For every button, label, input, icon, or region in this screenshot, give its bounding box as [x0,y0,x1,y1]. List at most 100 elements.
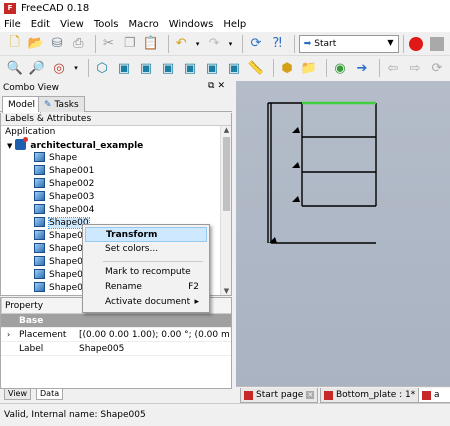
web-forward-icon[interactable]: ➔ [353,59,371,77]
tab-view[interactable]: View [4,389,31,400]
cut-icon[interactable]: ✂ [100,35,117,53]
model-drawing [267,101,377,244]
menu-item-activate-document[interactable]: Activate document ▸ [85,295,207,310]
new-file-icon[interactable]: 🗋 [6,35,23,53]
measure-distance-icon[interactable]: 📏 [247,59,265,77]
window-title: FreeCAD 0.18 [21,3,90,14]
tab-data-label: Data [40,389,60,398]
separator [273,59,274,77]
fit-all-icon[interactable]: 🔍 [6,59,24,77]
scrollbar-thumb[interactable] [223,137,230,211]
tree-item-label: Shape [49,153,78,163]
shape-icon [34,217,45,227]
property-group-label: Base [19,316,44,326]
right-view-icon[interactable]: ▣ [159,59,177,77]
menu-macro[interactable]: Macro [128,19,158,30]
left-view-icon[interactable]: ▣ [225,59,243,77]
close-icon[interactable]: ✕ [306,391,315,399]
draw-style-dropdown-icon[interactable]: ▾ [72,59,80,77]
tab-model[interactable]: Model [2,96,42,113]
property-row[interactable]: Label Shape005 [1,342,231,356]
nav-forward-icon[interactable]: ⇨ [406,59,424,77]
tree-item-label: Shape003 [49,192,95,202]
tree-document[interactable]: ▼ architectural_example [1,137,231,152]
menu-item-transform[interactable]: Transform [85,227,207,242]
open-file-icon[interactable]: 📂 [27,35,44,53]
save-icon[interactable]: ⛁ [48,35,65,53]
tab-start-page[interactable]: Start page ✕ [240,388,319,403]
submenu-arrow-icon: ▸ [194,297,199,307]
menu-view[interactable]: View [60,19,84,30]
view-toolbar: 🔍 🔎 ◎ ▾ ⬡ ▣ ▣ ▣ ▣ ▣ ▣ 📏 ⬢ 📁 ◉ ➔ ⇦ ⇨ ⟳ [0,56,450,80]
tree-item[interactable]: Shape004 [1,204,231,217]
redo-icon[interactable]: ↷ [205,35,222,53]
dock-buttons[interactable]: ⧉✕ [208,81,228,91]
menu-file[interactable]: File [4,19,21,30]
menu-help[interactable]: Help [223,19,246,30]
tab-data[interactable]: Data [36,389,64,400]
tree-item[interactable]: Shape003 [1,191,231,204]
isometric-view-icon[interactable]: ⬡ [93,59,111,77]
tree-item[interactable]: Shape002 [1,178,231,191]
front-view-icon[interactable]: ▣ [115,59,133,77]
draw-style-icon[interactable]: ◎ [50,59,68,77]
expand-arrow-icon[interactable]: ▼ [7,142,12,150]
chevron-down-icon: ▼ [387,37,394,47]
shape-icon [34,230,45,240]
separator [326,59,327,77]
menu-item-set-colors[interactable]: Set colors... [85,242,207,257]
property-row[interactable]: › Placement [(0.00 0.00 1.00); 0.00 °; (… [1,328,231,342]
menu-edit[interactable]: Edit [31,19,50,30]
menu-item-rename[interactable]: Rename F2 [85,280,207,295]
copy-icon[interactable]: ❐ [121,35,138,53]
redo-dropdown-icon[interactable]: ▾ [227,35,235,53]
separator [379,59,380,77]
menu-tools[interactable]: Tools [94,19,119,30]
expand-arrow-icon[interactable]: › [7,328,10,342]
menu-item-label: Set colors... [105,244,159,254]
print-icon[interactable]: ⎙ [70,35,87,53]
tree-item[interactable]: Shape001 [1,165,231,178]
bottom-view-icon[interactable]: ▣ [203,59,221,77]
stop-macro-icon[interactable] [429,35,446,53]
tab-tasks[interactable]: ✎ Tasks [38,96,85,112]
undo-dropdown-icon[interactable]: ▾ [194,35,202,53]
nav-back-icon[interactable]: ⇦ [384,59,402,77]
refresh-icon[interactable]: ⟳ [247,35,264,53]
create-group-icon[interactable]: 📁 [300,59,318,77]
3d-viewport[interactable] [236,81,450,386]
tree-item-label: Shape004 [49,205,95,215]
menu-separator [103,261,203,262]
tree-scrollbar[interactable]: ▲ ▼ [220,126,231,295]
paste-icon[interactable]: 📋 [142,35,159,53]
property-value[interactable]: Shape005 [79,342,229,356]
nav-refresh-icon[interactable]: ⟳ [428,59,446,77]
workbench-selector[interactable]: ➡ Start ▼ [298,34,399,53]
property-value[interactable]: [(0.00 0.00 1.00); 0.00 °; (0.00 mm 0.0.… [79,328,229,342]
undo-icon[interactable]: ↶ [173,35,190,53]
tab-bottom-plate-label: Bottom_plate : 1* [336,390,416,400]
tab-bottom-plate[interactable]: Bottom_plate : 1* ✕ [320,388,431,403]
menu-item-mark-recompute[interactable]: Mark to recompute [85,265,207,280]
fit-selection-icon[interactable]: 🔎 [28,59,46,77]
status-bar: Valid, Internal name: Shape005 [0,403,450,426]
whats-this-icon[interactable]: ⁈ [269,35,286,53]
rear-view-icon[interactable]: ▣ [181,59,199,77]
separator [167,34,169,53]
separator [242,34,244,53]
freecad-logo-icon [422,390,431,400]
scroll-up-icon[interactable]: ▲ [222,126,231,135]
freecad-logo-icon [324,390,333,400]
file-toolbar: 🗋 📂 ⛁ ⎙ ✂ ❐ 📋 ↶ ▾ ↷ ▾ ⟳ ⁈ ➡ Start ▼ [0,32,450,56]
record-macro-icon[interactable] [407,35,424,53]
tree-item[interactable]: Shape [1,152,231,165]
web-home-icon[interactable]: ◉ [331,59,349,77]
scroll-down-icon[interactable]: ▼ [222,287,231,295]
tab-architectural-example[interactable]: a [418,388,450,403]
create-part-icon[interactable]: ⬢ [278,59,296,77]
top-view-icon[interactable]: ▣ [137,59,155,77]
property-group[interactable]: Base [1,314,231,328]
tab-start-page-label: Start page [256,390,304,400]
menu-item-label: Mark to recompute [105,267,191,277]
menu-windows[interactable]: Windows [169,19,214,30]
